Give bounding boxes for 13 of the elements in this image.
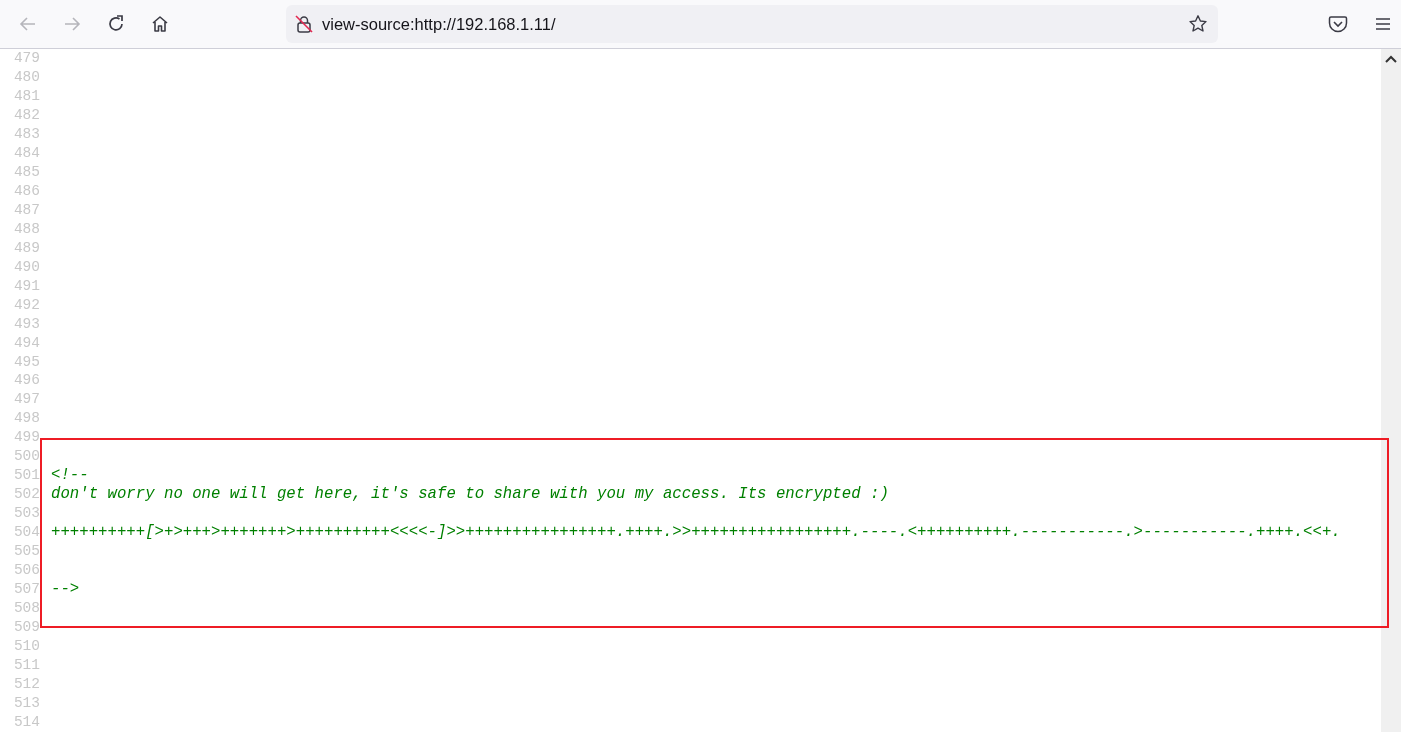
caret-up-icon bbox=[1385, 55, 1397, 63]
code-line: don't worry no one will get here, it's safe to share with you my access. Its encrypted :) bbox=[50, 485, 889, 505]
code-line: <!-- bbox=[50, 466, 89, 486]
code-line: ++++++++++[>+>+++>+++++++>++++++++++<<<<-]>>++++++++++++++++.++++.>>+++++++++++++++++.----.<++++++++++.-----------.>-----------.++++.<<+. bbox=[50, 523, 1341, 543]
star-icon[interactable] bbox=[1188, 14, 1208, 34]
reload-icon bbox=[106, 14, 126, 34]
menu-icon[interactable] bbox=[1374, 16, 1392, 32]
insecure-lock-icon[interactable] bbox=[294, 14, 314, 34]
scrollbar[interactable] bbox=[1381, 49, 1401, 732]
pocket-icon[interactable] bbox=[1328, 15, 1348, 33]
address-bar[interactable]: view-source:http://192.168.1.11/ bbox=[286, 5, 1218, 43]
code-line: --> bbox=[50, 580, 80, 600]
home-icon bbox=[150, 14, 170, 34]
